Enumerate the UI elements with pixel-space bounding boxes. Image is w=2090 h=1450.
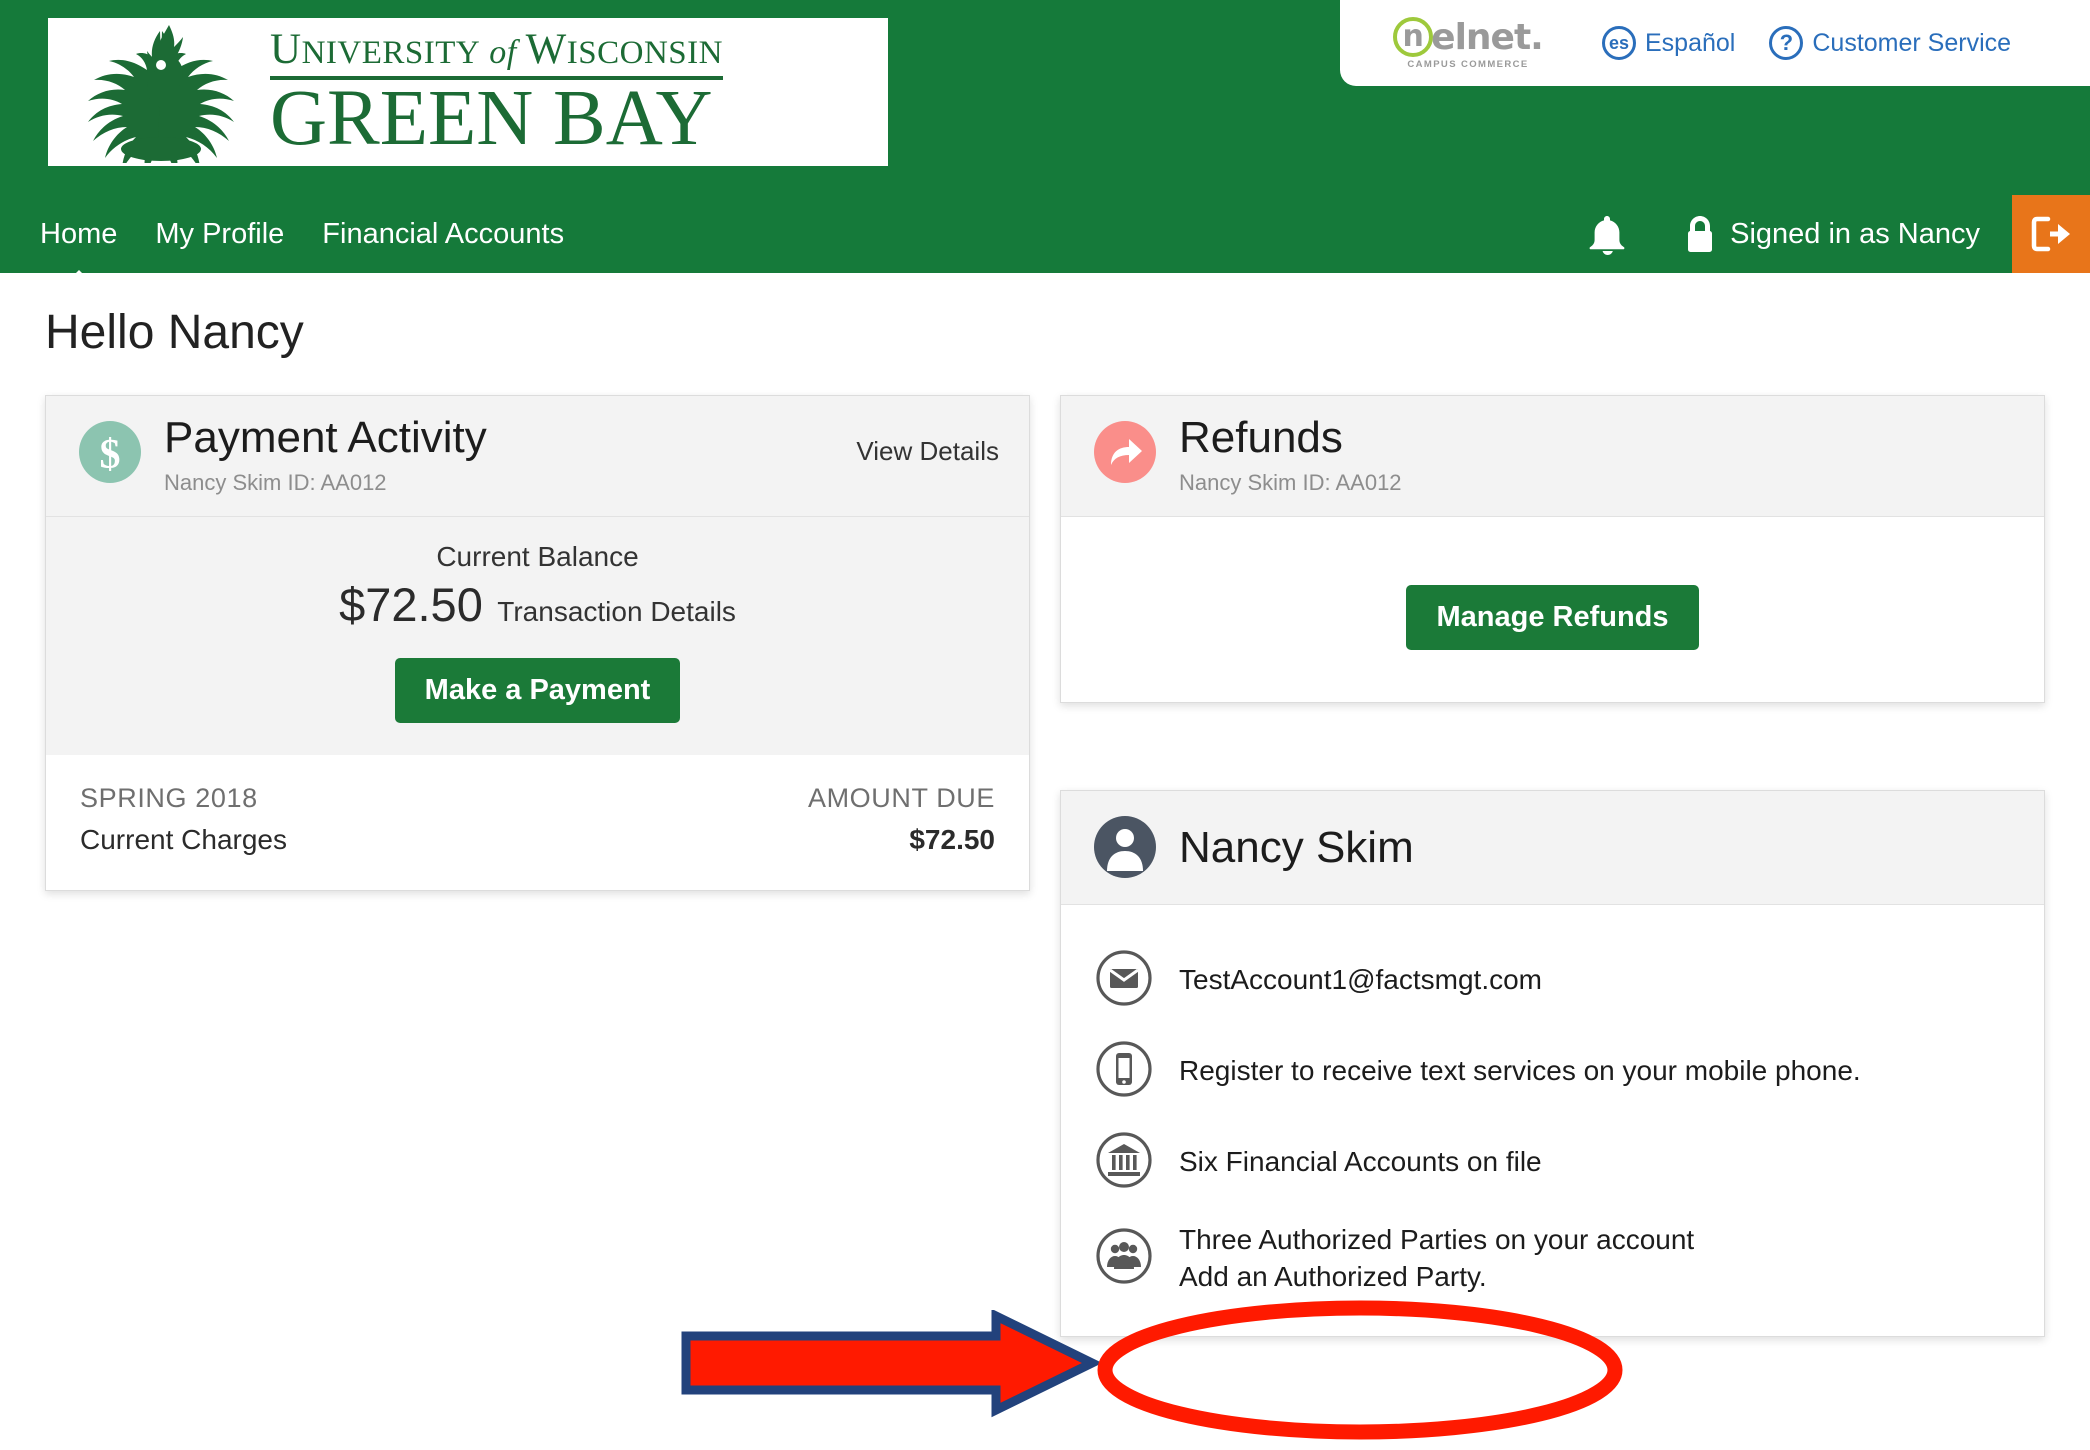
- profile-header: Nancy Skim: [1061, 791, 2044, 905]
- nelnet-tagline: CAMPUS COMMERCE: [1407, 58, 1529, 70]
- balance-row: $72.50 Transaction Details: [46, 577, 1029, 632]
- make-a-payment-button[interactable]: Make a Payment: [394, 658, 681, 723]
- profile-item-financial-accounts[interactable]: Six Financial Accounts on file: [1061, 1117, 2044, 1208]
- customer-service-label: Customer Service: [1812, 28, 2012, 57]
- profile-financial-accounts-text: Six Financial Accounts on file: [1179, 1146, 1542, 1178]
- refund-arrow-circle-icon: [1093, 420, 1157, 489]
- dollar-circle-icon: $: [78, 420, 142, 489]
- refunds-title: Refunds: [1179, 413, 1343, 462]
- profile-item-authorized-parties[interactable]: Three Authorized Parties on your account…: [1061, 1208, 2044, 1310]
- nelnet-wordmark: n elnet.: [1393, 16, 1544, 58]
- balance-section: Current Balance $72.50 Transaction Detai…: [46, 517, 1029, 755]
- refunds-student-id: Nancy Skim ID: AA012: [1179, 470, 1402, 495]
- sign-out-icon: [2031, 216, 2070, 252]
- refunds-body: Manage Refunds: [1061, 517, 2044, 702]
- logo-wordmark: UNIVERSITY of WISCONSIN GREEN BAY: [270, 26, 723, 163]
- profile-card: Nancy Skim TestAccount1@factsmgt.com Reg…: [1060, 790, 2045, 1337]
- manage-refunds-button[interactable]: Manage Refunds: [1406, 585, 1699, 650]
- profile-text-services-text: Register to receive text services on you…: [1179, 1055, 1861, 1087]
- nelnet-banner: n elnet. CAMPUS COMMERCE es Español ? Cu…: [1340, 0, 2090, 86]
- nav-right-group: Signed in as Nancy: [1588, 195, 2090, 273]
- page-title: Hello Nancy: [45, 306, 304, 359]
- current-charges-row: SPRING 2018 Current Charges AMOUNT DUE $…: [46, 755, 1029, 890]
- logo-line-university: UNIVERSITY of WISCONSIN: [270, 26, 723, 74]
- view-details-link[interactable]: View Details: [856, 436, 999, 467]
- nav-items: Home My Profile Financial Accounts: [40, 218, 602, 251]
- university-logo[interactable]: UNIVERSITY of WISCONSIN GREEN BAY: [48, 18, 888, 166]
- logo-line-greenbay: GREEN BAY: [270, 75, 713, 163]
- sign-out-button[interactable]: [2012, 195, 2090, 273]
- add-authorized-party-link[interactable]: Add an Authorized Party.: [1179, 1259, 1694, 1296]
- current-balance-amount: $72.50: [339, 578, 483, 631]
- profile-details-list: TestAccount1@factsmgt.com Register to re…: [1061, 905, 2044, 1336]
- espanol-link[interactable]: es Español: [1602, 26, 1735, 60]
- payment-activity-card: $ Payment Activity Nancy Skim ID: AA012 …: [45, 395, 1030, 891]
- annotation-arrow: [681, 1310, 1100, 1418]
- charges-description: Current Charges: [80, 824, 287, 855]
- authorized-parties-count-text: Three Authorized Parties on your account: [1179, 1224, 1695, 1255]
- payment-activity-header: $ Payment Activity Nancy Skim ID: AA012 …: [46, 396, 1029, 517]
- payment-activity-student-id: Nancy Skim ID: AA012: [164, 470, 387, 495]
- profile-name: Nancy Skim: [1179, 822, 1414, 872]
- notifications-bell-icon[interactable]: [1588, 213, 1626, 255]
- nav-item-my-profile[interactable]: My Profile: [155, 218, 284, 251]
- profile-email-text: TestAccount1@factsmgt.com: [1179, 964, 1543, 996]
- transaction-details-link[interactable]: Transaction Details: [497, 596, 736, 627]
- main-navigation: Home My Profile Financial Accounts Signe…: [0, 195, 2090, 273]
- lock-icon: [1684, 214, 1716, 254]
- amount-due-label: AMOUNT DUE: [807, 783, 995, 813]
- profile-item-text-services[interactable]: Register to receive text services on you…: [1061, 1026, 2044, 1117]
- svg-text:$: $: [100, 432, 121, 478]
- charges-left: SPRING 2018 Current Charges: [80, 783, 287, 856]
- question-mark-icon: ?: [1769, 26, 1804, 60]
- header-band: UNIVERSITY of WISCONSIN GREEN BAY n elne…: [0, 0, 2090, 195]
- refunds-card: Refunds Nancy Skim ID: AA012 Manage Refu…: [1060, 395, 2045, 703]
- user-avatar-icon: [1093, 815, 1157, 884]
- people-group-icon: [1095, 1227, 1153, 1290]
- profile-item-email[interactable]: TestAccount1@factsmgt.com: [1061, 935, 2044, 1026]
- phoenix-bird-icon: [88, 25, 234, 163]
- nav-item-home[interactable]: Home: [40, 218, 117, 251]
- refunds-header: Refunds Nancy Skim ID: AA012: [1061, 396, 2044, 517]
- envelope-icon: [1095, 949, 1153, 1012]
- espanol-label: Español: [1645, 28, 1736, 57]
- customer-service-link[interactable]: ? Customer Service: [1769, 26, 2011, 60]
- payment-activity-title: Payment Activity: [164, 413, 487, 462]
- profile-authorized-parties-text: Three Authorized Parties on your account…: [1179, 1222, 1694, 1296]
- charges-right: AMOUNT DUE $72.50: [808, 783, 995, 856]
- current-balance-label: Current Balance: [436, 541, 639, 572]
- amount-due-value: $72.50: [909, 824, 995, 855]
- signed-in-status: Signed in as Nancy: [1730, 217, 1980, 250]
- nav-item-financial-accounts[interactable]: Financial Accounts: [322, 218, 564, 251]
- nelnet-logo[interactable]: n elnet. CAMPUS COMMERCE: [1368, 17, 1568, 70]
- term-label: SPRING 2018: [80, 783, 258, 813]
- bank-icon: [1095, 1131, 1153, 1194]
- mobile-phone-icon: [1095, 1040, 1153, 1103]
- page-root: UNIVERSITY of WISCONSIN GREEN BAY n elne…: [0, 0, 2090, 1450]
- nelnet-n-circle-icon: n: [1393, 17, 1434, 57]
- nelnet-brand-text: elnet.: [1431, 16, 1544, 58]
- espanol-badge-icon: es: [1602, 26, 1636, 60]
